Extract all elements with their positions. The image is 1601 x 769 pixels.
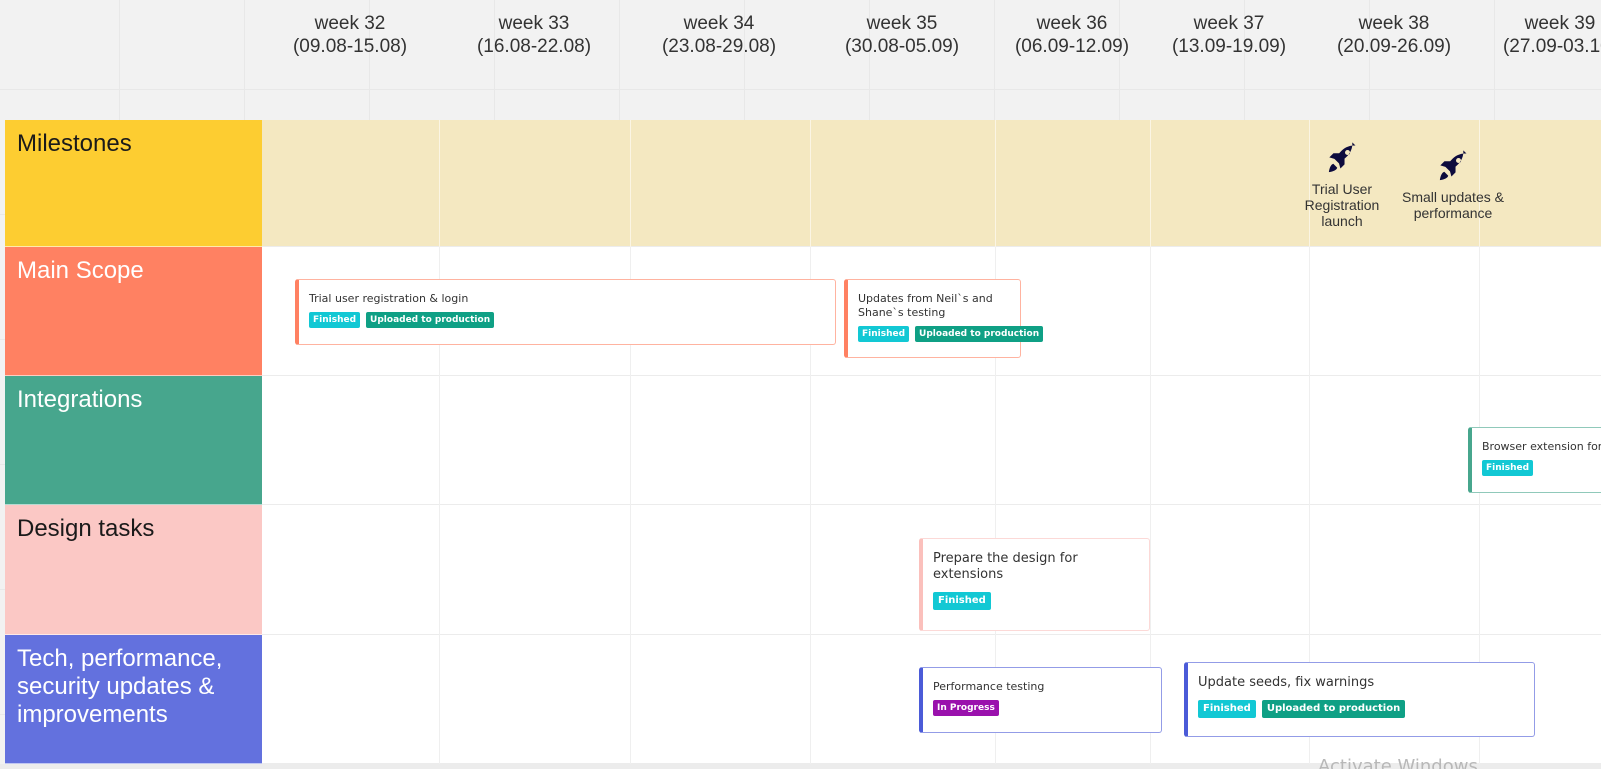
column-divider <box>995 120 996 247</box>
week-header: week 39 (27.09-03.10) <box>1475 12 1601 58</box>
card-tags: Finished Uploaded to production <box>858 326 1044 342</box>
lane-title: Milestones <box>17 130 132 157</box>
column-divider <box>630 120 631 247</box>
week-range: (30.08-05.09) <box>844 36 960 57</box>
milestone-label: Small updates & performance <box>1402 189 1504 221</box>
week-range: (06.09-12.09) <box>1014 36 1130 57</box>
week-header: week 32 (09.08-15.08) <box>265 12 435 58</box>
status-tag: Uploaded to production <box>915 326 1044 342</box>
lane-title: Tech, performance, security updates & im… <box>17 645 223 728</box>
week-label: week 39 <box>1524 13 1596 34</box>
week-range: (23.08-29.08) <box>661 36 777 57</box>
lane-label-integrations[interactable]: Integrations <box>5 376 262 505</box>
week-label: week 35 <box>866 13 938 34</box>
week-label: week 33 <box>498 13 570 34</box>
week-header: week 38 (20.09-26.09) <box>1309 12 1479 58</box>
week-range: (20.09-26.09) <box>1336 36 1452 57</box>
lane-label-main-scope[interactable]: Main Scope <box>5 247 262 376</box>
card-title: Trial user registration & login <box>309 292 469 305</box>
week-range: (16.08-22.08) <box>476 36 592 57</box>
rocket-icon <box>1439 150 1467 181</box>
task-card[interactable]: Updates from Neil`s and Shane`s testing … <box>844 279 1044 358</box>
card-tags: Finished Uploaded to production <box>309 312 825 328</box>
week-header: week 33 (16.08-22.08) <box>449 12 619 58</box>
status-tag: Uploaded to production <box>1261 700 1406 718</box>
lane-label-design-tasks[interactable]: Design tasks <box>5 505 262 635</box>
task-card[interactable]: Update seeds, fix warnings Finished Uplo… <box>1184 662 1535 737</box>
lane-title: Main Scope <box>17 257 144 284</box>
card-title: Update seeds, fix warnings <box>1198 675 1375 690</box>
status-tag: Finished <box>1198 700 1256 718</box>
rocket-icon <box>1328 142 1356 173</box>
column-divider <box>810 120 811 247</box>
status-tag: Uploaded to production <box>366 312 495 328</box>
card-title: Prepare the design for extensions <box>933 551 1078 582</box>
week-label: week 38 <box>1358 13 1430 34</box>
card-tags: Finished <box>1482 460 1601 476</box>
lane-title: Design tasks <box>17 515 155 542</box>
week-label: week 34 <box>683 13 755 34</box>
lane-label-milestones[interactable]: Milestones <box>5 120 262 247</box>
card-tags: Finished <box>933 592 1139 610</box>
week-header: week 35 (30.08-05.09) <box>817 12 987 58</box>
week-label: week 37 <box>1193 13 1265 34</box>
task-card[interactable]: Browser extension for Finished <box>1468 427 1601 493</box>
milestone-trial-user-registration[interactable]: Trial User Registration launch <box>1287 140 1397 229</box>
card-title: Browser extension for <box>1482 440 1601 453</box>
column-divider <box>1150 120 1151 247</box>
milestone-small-updates[interactable]: Small updates & performance <box>1398 148 1508 221</box>
status-tag: In Progress <box>933 700 999 716</box>
week-label: week 32 <box>314 13 386 34</box>
lane-body-integrations[interactable] <box>262 376 1601 505</box>
status-tag: Finished <box>858 326 910 342</box>
status-tag: Finished <box>309 312 361 328</box>
windows-activation-watermark: Activate Windows <box>1318 756 1478 769</box>
lane-title: Integrations <box>17 386 143 413</box>
card-title: Updates from Neil`s and Shane`s testing <box>858 292 993 319</box>
card-title: Performance testing <box>933 680 1045 693</box>
week-header: week 34 (23.08-29.08) <box>634 12 804 58</box>
status-tag: Finished <box>1482 460 1534 476</box>
task-card[interactable]: Performance testing In Progress <box>919 667 1162 733</box>
lane-label-tech[interactable]: Tech, performance, security updates & im… <box>5 635 262 764</box>
task-card[interactable]: Prepare the design for extensions Finish… <box>919 538 1150 631</box>
week-range: (27.09-03.10) <box>1502 36 1601 57</box>
week-header: week 37 (13.09-19.09) <box>1144 12 1314 58</box>
column-divider <box>439 120 440 247</box>
milestone-label: Trial User Registration launch <box>1304 181 1380 229</box>
week-label: week 36 <box>1036 13 1108 34</box>
week-header: week 36 (06.09-12.09) <box>987 12 1157 58</box>
week-range: (09.08-15.08) <box>292 36 408 57</box>
week-range: (13.09-19.09) <box>1171 36 1287 57</box>
status-tag: Finished <box>933 592 991 610</box>
card-tags: In Progress <box>933 700 1151 716</box>
task-card[interactable]: Trial user registration & login Finished… <box>295 279 836 345</box>
card-tags: Finished Uploaded to production <box>1198 700 1524 718</box>
